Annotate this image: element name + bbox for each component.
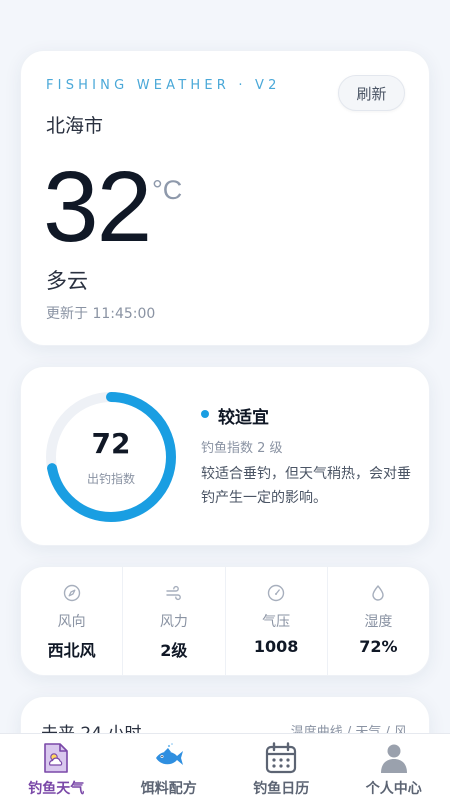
stat-humidity: 湿度 72% — [328, 567, 429, 675]
tab-label: 钓鱼天气 — [28, 781, 85, 797]
stat-value: 2级 — [160, 641, 188, 660]
tab-label: 钓鱼日历 — [253, 781, 310, 797]
tab-fishing-weather[interactable]: 钓鱼天气 — [0, 734, 113, 800]
temperature-unit: °C — [152, 175, 183, 205]
weather-condition: 多云 — [46, 269, 88, 293]
stat-value: 72% — [359, 637, 398, 656]
fishing-index-label: 出钓指数 — [86, 472, 135, 486]
tab-label: 个人中心 — [365, 781, 422, 797]
stat-wind-direction: 风向 西北风 — [21, 567, 124, 675]
compass-icon — [63, 584, 80, 602]
tab-bait-recipes[interactable]: 饵料配方 — [113, 734, 226, 800]
stat-wind-force: 风力 2级 — [123, 567, 226, 675]
droplet-icon — [372, 585, 385, 601]
tab-fishing-calendar[interactable]: 钓鱼日历 — [225, 734, 338, 800]
user-icon — [380, 744, 407, 773]
app-screen: FISHING WEATHER · V2 刷新 北海市 32 °C 多云 更新于… — [0, 0, 450, 800]
fish-icon — [155, 743, 183, 765]
app-brand: FISHING WEATHER · V2 — [46, 78, 281, 93]
stat-value: 1008 — [253, 637, 299, 656]
temperature-value: 32 — [43, 151, 152, 263]
fishing-index-value: 72 — [91, 427, 131, 460]
weather-doc-icon — [44, 743, 69, 773]
tab-profile[interactable]: 个人中心 — [338, 734, 450, 800]
wind-icon — [166, 585, 181, 601]
stat-label: 湿度 — [364, 614, 393, 630]
refresh-button[interactable]: 刷新 — [338, 75, 405, 111]
stat-label: 风向 — [57, 614, 86, 630]
bottom-tab-bar: 钓鱼天气 饵料配方 钓鱼日历 个人中心 — [0, 733, 450, 800]
stat-value: 西北风 — [47, 641, 96, 660]
stat-label: 气压 — [262, 614, 291, 630]
calendar-icon — [266, 742, 297, 774]
fishing-level-sub: 钓鱼指数 2 级 — [201, 441, 283, 456]
updated-time: 更新于 11:45:00 — [46, 306, 156, 322]
city-name: 北海市 — [46, 115, 104, 137]
gauge-icon — [267, 584, 285, 602]
fishing-level: 较适宜 — [218, 408, 269, 428]
fishing-index-card: 72 出钓指数 较适宜 钓鱼指数 2 级 较适合垂钓，但天气稍热，会对垂钓产生一… — [20, 366, 430, 546]
stat-label: 风力 — [159, 614, 188, 630]
tab-label: 饵料配方 — [140, 781, 197, 797]
weather-stats-card: 风向 西北风 风力 2级 气压 1008 湿度 72% — [20, 566, 430, 676]
fishing-description: 较适合垂钓，但天气稍热，会对垂钓产生一定的影响。 — [201, 466, 411, 506]
weather-card: FISHING WEATHER · V2 刷新 北海市 32 °C 多云 更新于… — [20, 50, 430, 346]
stat-pressure: 气压 1008 — [226, 567, 328, 675]
level-indicator-dot — [201, 410, 209, 418]
